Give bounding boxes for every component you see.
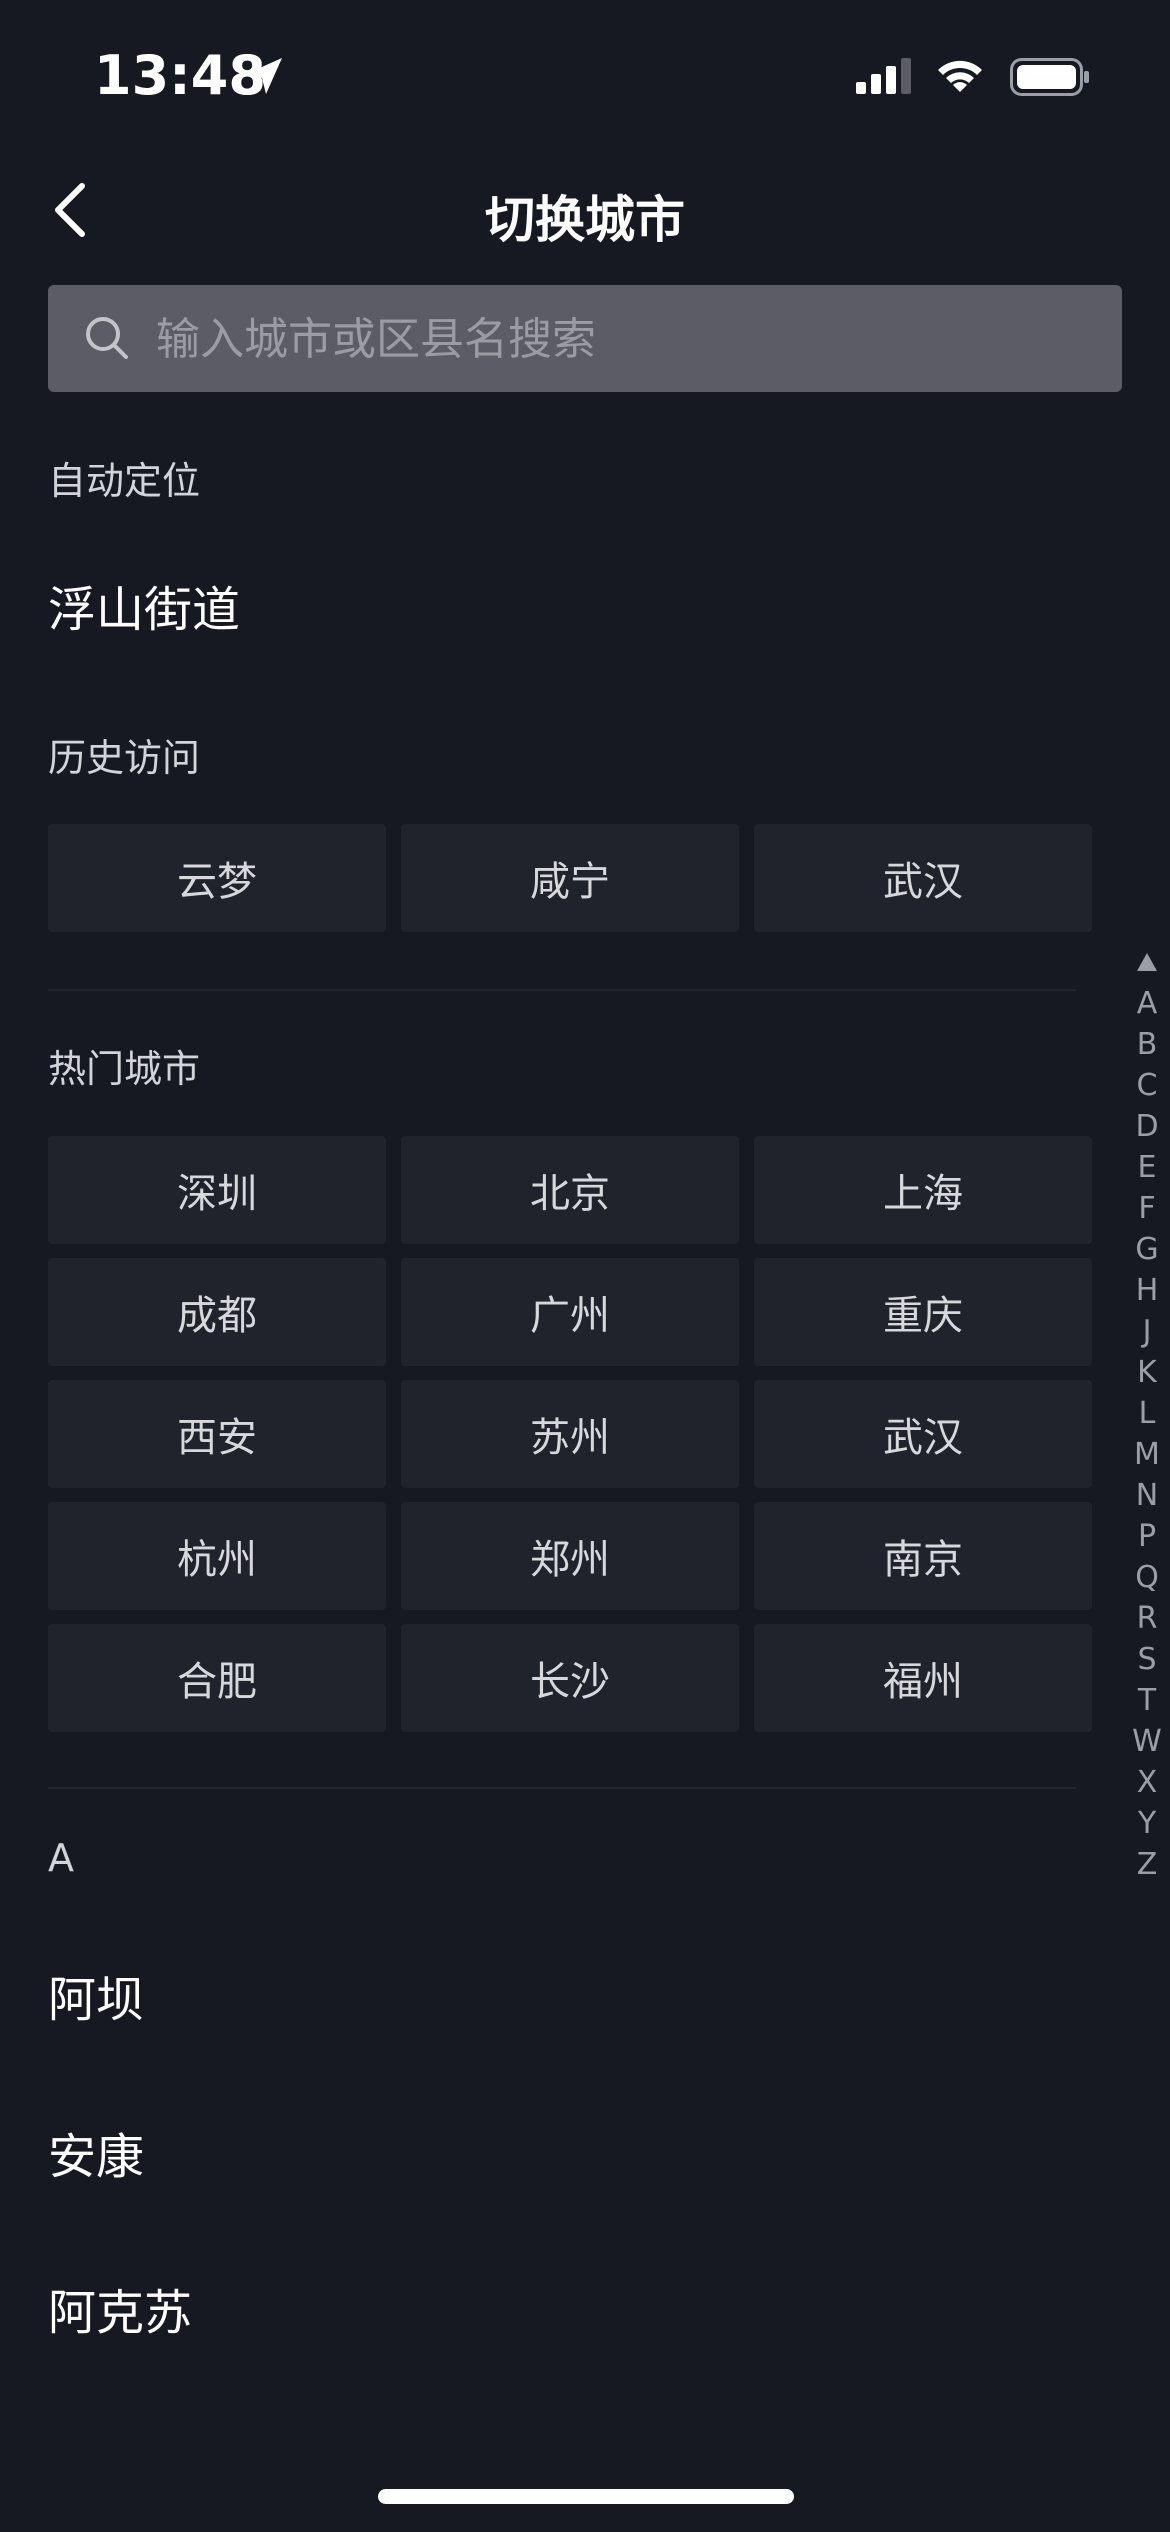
hot-city[interactable]: 重庆 <box>754 1258 1092 1366</box>
divider <box>48 1787 1076 1789</box>
hot-city[interactable]: 西安 <box>48 1380 386 1488</box>
hot-city[interactable]: 上海 <box>754 1136 1092 1244</box>
index-letter[interactable]: E <box>1130 1147 1164 1188</box>
hot-city[interactable]: 郑州 <box>401 1502 739 1610</box>
index-letter[interactable]: Z <box>1130 1844 1164 1885</box>
index-letter[interactable]: Q <box>1130 1557 1164 1598</box>
list-city[interactable]: 阿坝 <box>48 1960 144 2030</box>
index-letter[interactable]: K <box>1130 1352 1164 1393</box>
history-city[interactable]: 武汉 <box>754 824 1092 932</box>
index-letter[interactable]: R <box>1130 1598 1164 1639</box>
index-letter[interactable]: H <box>1130 1270 1164 1311</box>
scroll-top-triangle-icon[interactable] <box>1130 945 1164 979</box>
hot-city[interactable]: 苏州 <box>401 1380 739 1488</box>
search-bar[interactable] <box>48 285 1122 394</box>
history-city[interactable]: 咸宁 <box>401 824 739 932</box>
alphabet-index-bar[interactable]: ABCDEFGHJKLMNPQRSTWXYZ <box>1130 945 1164 1885</box>
index-letter[interactable]: W <box>1130 1721 1164 1762</box>
status-time: 13:48 <box>94 44 266 107</box>
hot-cities-title: 热门城市 <box>48 1047 201 1091</box>
index-letter[interactable]: F <box>1130 1188 1164 1229</box>
status-bar: 13:48 <box>0 0 1170 150</box>
history-grid: 云梦 咸宁 武汉 <box>48 824 1096 932</box>
hot-city[interactable]: 长沙 <box>401 1624 739 1732</box>
hot-city[interactable]: 武汉 <box>754 1380 1092 1488</box>
battery-icon <box>1010 58 1089 96</box>
section-letter: A <box>48 1836 74 1880</box>
hot-city[interactable]: 福州 <box>754 1624 1092 1732</box>
index-letter[interactable]: M <box>1130 1434 1164 1475</box>
hot-city[interactable]: 南京 <box>754 1502 1092 1610</box>
divider <box>48 989 1076 991</box>
index-letter[interactable]: D <box>1130 1106 1164 1147</box>
wifi-icon <box>938 60 982 92</box>
history-city[interactable]: 云梦 <box>48 824 386 932</box>
index-letter[interactable]: C <box>1130 1065 1164 1106</box>
list-city[interactable]: 安康 <box>48 2117 144 2187</box>
index-letter[interactable]: P <box>1130 1516 1164 1557</box>
index-letter[interactable]: T <box>1130 1680 1164 1721</box>
page-title: 切换城市 <box>485 191 685 249</box>
hot-city[interactable]: 成都 <box>48 1258 386 1366</box>
index-letter[interactable]: J <box>1130 1311 1164 1352</box>
index-letter[interactable]: N <box>1130 1475 1164 1516</box>
index-letter[interactable]: G <box>1130 1229 1164 1270</box>
list-city[interactable]: 阿克苏 <box>48 2273 192 2343</box>
hot-city[interactable]: 北京 <box>401 1136 739 1244</box>
index-letter[interactable]: S <box>1130 1639 1164 1680</box>
auto-location-title: 自动定位 <box>48 459 201 503</box>
history-title: 历史访问 <box>48 736 201 780</box>
hot-city[interactable]: 合肥 <box>48 1624 386 1732</box>
index-letter[interactable]: L <box>1130 1393 1164 1434</box>
index-letter[interactable]: Y <box>1130 1803 1164 1844</box>
hot-city[interactable]: 深圳 <box>48 1136 386 1244</box>
search-input[interactable] <box>154 285 1098 394</box>
location-arrow-icon <box>246 58 282 94</box>
cellular-signal-icon <box>856 58 911 94</box>
home-indicator <box>378 2489 794 2504</box>
nav-bar: 切换城市 <box>0 150 1170 270</box>
auto-location-city[interactable]: 浮山街道 <box>48 570 240 640</box>
hot-cities-grid: 深圳 北京 上海 成都 广州 重庆 西安 苏州 武汉 杭州 郑州 南京 合肥 长… <box>48 1136 1096 1732</box>
index-letter[interactable]: X <box>1130 1762 1164 1803</box>
hot-city[interactable]: 杭州 <box>48 1502 386 1610</box>
index-letter[interactable]: A <box>1130 983 1164 1024</box>
index-letter[interactable]: B <box>1130 1024 1164 1065</box>
hot-city[interactable]: 广州 <box>401 1258 739 1366</box>
search-icon <box>86 317 128 359</box>
